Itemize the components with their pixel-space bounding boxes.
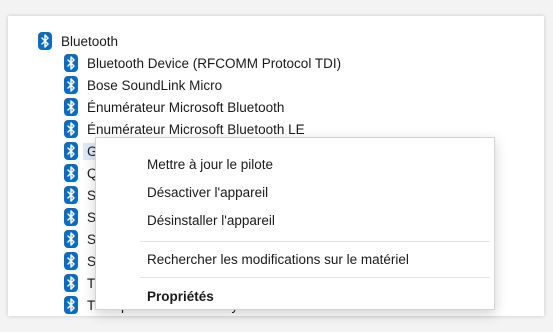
device-item[interactable]: Énumérateur Microsoft Bluetooth	[64, 96, 284, 118]
category-label: Bluetooth	[61, 33, 119, 49]
bluetooth-icon	[64, 208, 78, 226]
bluetooth-icon	[64, 296, 78, 314]
bluetooth-icon	[64, 120, 78, 138]
device-label: Énumérateur Microsoft Bluetooth LE	[87, 121, 305, 137]
menu-separator	[140, 241, 490, 242]
device-item[interactable]: Bluetooth Device (RFCOMM Protocol TDI)	[64, 52, 341, 74]
bluetooth-icon	[64, 54, 78, 72]
bluetooth-icon	[64, 186, 78, 204]
device-label: Énumérateur Microsoft Bluetooth	[87, 99, 285, 115]
bluetooth-icon	[38, 32, 52, 50]
bluetooth-icon	[64, 252, 78, 270]
menu-separator	[140, 277, 490, 278]
bluetooth-icon	[64, 76, 78, 94]
device-label: Bose SoundLink Micro	[87, 77, 223, 93]
menu-item-uninstall-device[interactable]: Désinstaller l'appareil	[96, 207, 494, 233]
category-bluetooth[interactable]: Bluetooth	[38, 30, 118, 52]
menu-item-disable-device[interactable]: Désactiver l'appareil	[96, 179, 494, 205]
bluetooth-icon	[64, 274, 78, 292]
device-item[interactable]: Bose SoundLink Micro	[64, 74, 222, 96]
menu-item-properties[interactable]: Propriétés	[96, 283, 494, 309]
bluetooth-icon	[64, 164, 78, 182]
bluetooth-icon	[64, 98, 78, 116]
menu-item-scan-hardware[interactable]: Rechercher les modifications sur le maté…	[96, 246, 494, 272]
device-label: Bluetooth Device (RFCOMM Protocol TDI)	[87, 55, 342, 71]
context-menu: Mettre à jour le pilote Désactiver l'app…	[95, 137, 495, 310]
bluetooth-icon	[64, 142, 78, 160]
menu-item-update-driver[interactable]: Mettre à jour le pilote	[96, 151, 494, 177]
bluetooth-icon	[64, 230, 78, 248]
